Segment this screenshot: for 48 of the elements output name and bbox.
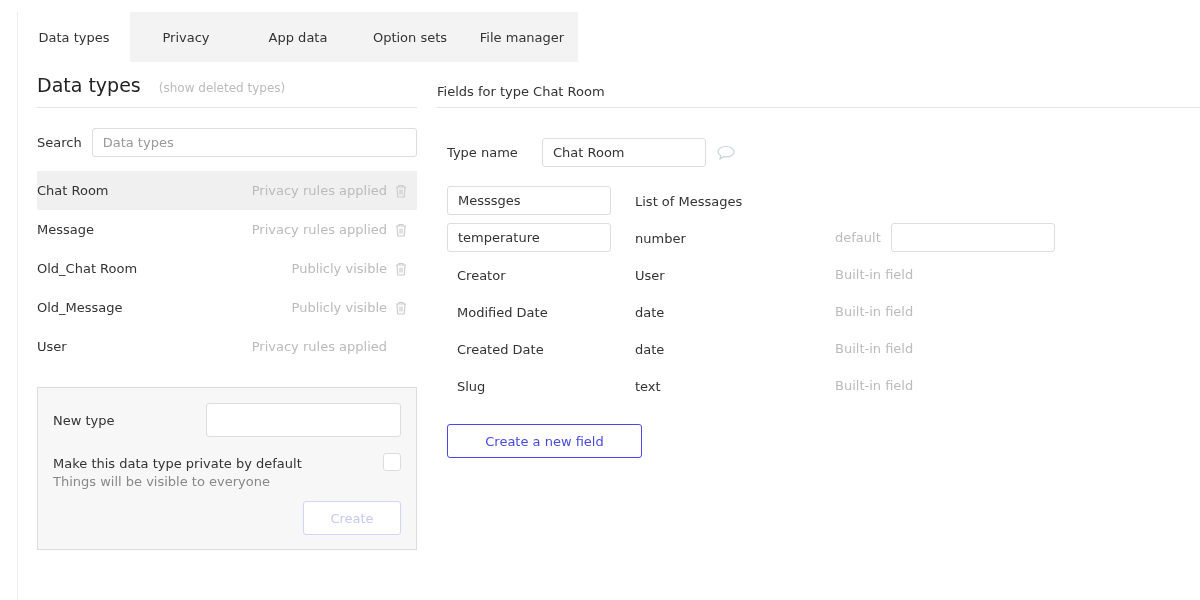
field-name: Slug [456,379,486,394]
type-name: User [37,339,68,354]
field-type: date [635,305,665,320]
type-name: Old_Chat Room [37,261,139,276]
field-name: Creator [456,268,506,283]
default-label: default [835,230,881,245]
field-type: text [635,379,661,394]
private-label: Make this data type private by default [53,456,302,471]
tab[interactable]: Data types [18,12,130,62]
built-in-note: Built-in field [835,378,914,393]
trash-icon[interactable] [395,261,407,276]
field-name-field[interactable]: Messsges [447,186,611,215]
tab[interactable]: App data [242,12,354,62]
privacy-status: Publicly visible [291,261,387,276]
trash-icon[interactable] [395,222,407,237]
type-name: Chat Room [37,183,110,198]
new-type-field[interactable] [206,403,401,437]
trash-icon[interactable] [395,183,407,198]
type-name: Message [37,222,95,237]
privacy-status: Publicly visible [291,300,387,315]
default-field[interactable] [890,223,1055,252]
private-hint: Things will be visible to everyone [53,474,271,489]
field-type: User [635,268,665,283]
built-in-note: Built-in field [835,304,914,319]
type-name: Old_Message [37,300,124,315]
field-type: date [635,342,665,357]
type-name-field[interactable]: Chat Room [542,138,706,167]
comment-icon[interactable] [716,144,736,161]
tab[interactable]: File manager [466,12,578,62]
search-label: Search [37,135,82,150]
built-in-note: Built-in field [835,341,914,356]
field-type: List of Messages [635,194,743,209]
field-name-field[interactable]: temperature [447,223,611,252]
field-name: Created Date [456,342,544,357]
privacy-status: Privacy rules applied [251,222,387,237]
create-field-button[interactable]: Create a new field [447,424,642,458]
trash-icon[interactable] [395,300,407,315]
fields-title: Fields for type Chat Room [437,62,1200,108]
section-title: Data types [37,74,141,96]
new-type-label: New type [53,412,115,428]
type-name-label: Type name [447,145,519,160]
field-name: Modified Date [456,305,548,320]
search-field[interactable]: Data types [91,128,417,157]
tab[interactable]: Privacy [130,12,242,62]
tab[interactable]: Option sets [354,12,466,62]
built-in-note: Built-in field [835,267,914,282]
privacy-status: Privacy rules applied [251,339,387,354]
field-type: number [635,231,686,246]
